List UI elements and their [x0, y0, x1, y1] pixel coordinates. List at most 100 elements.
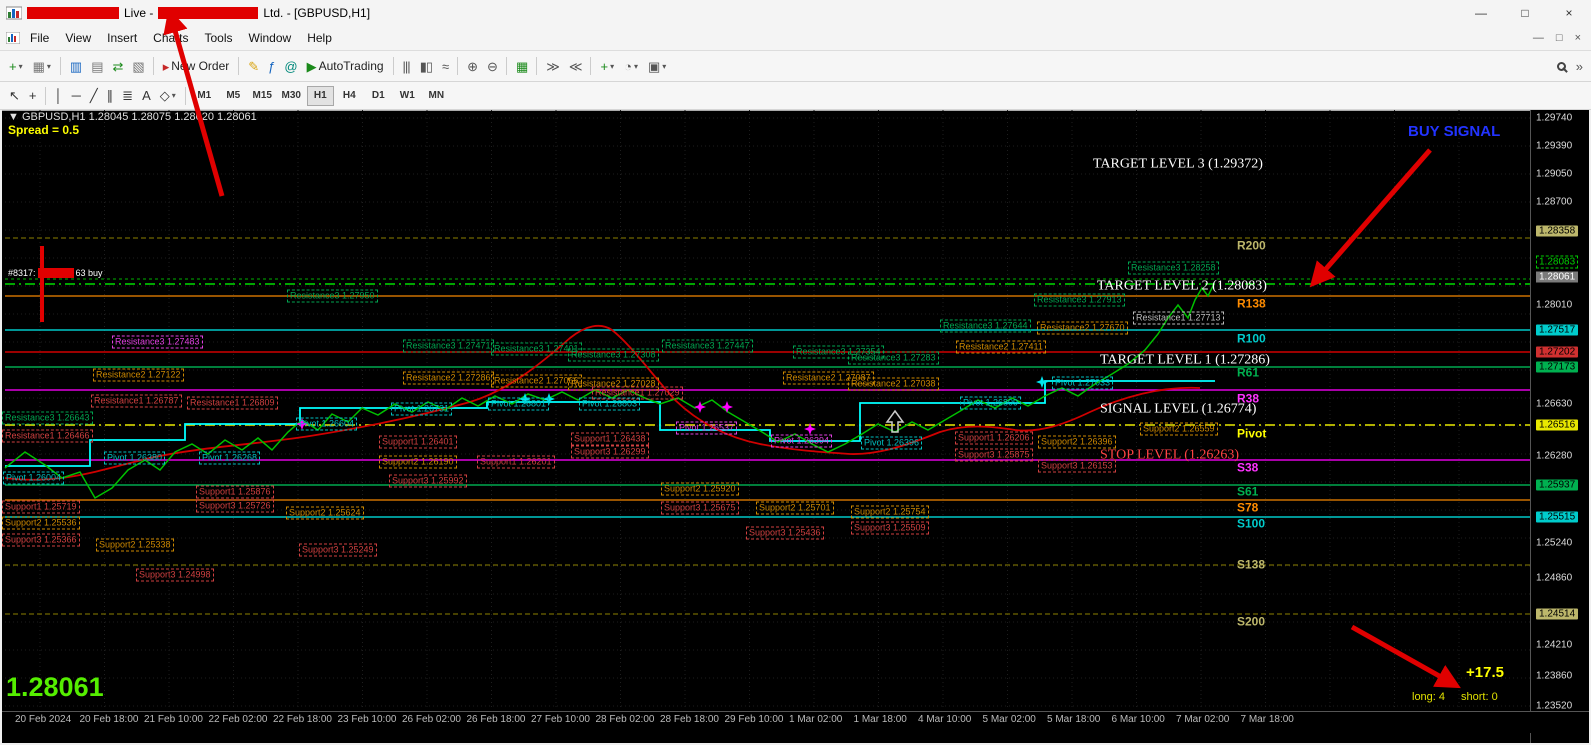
toolbar-expert-advisors-button[interactable]: ƒ [263, 58, 279, 75]
toolbar-equidistant-channel-button[interactable]: ∥ [102, 87, 118, 104]
menu-tools[interactable]: Tools [197, 28, 241, 48]
toolbar-bar-chart-button[interactable]: ||| [398, 58, 415, 75]
caret-down-icon: ▾ [46, 61, 51, 71]
toolbar-terminal-button[interactable]: ▧ [127, 58, 148, 75]
standard-toolbar: + ▾ ▦ ▾ ▥ ▤ ⇄ ▧ ▸ New Order ✎ ƒ @ ▶ AutoTrading ||| ▮▯ ≈ ⊕… [0, 51, 1591, 82]
toolbar-crosshair-button[interactable]: + [24, 87, 41, 104]
chart-window-icon [6, 32, 20, 44]
toolbar-objects-button[interactable]: ◇ ▾ [155, 87, 181, 104]
caret-down-icon: ▾ [18, 61, 23, 71]
cursor-icon: ↖ [9, 88, 20, 103]
toolbar-separator [44, 86, 46, 105]
new-order-icon: ▸ [162, 58, 169, 74]
timeframe-m1-button[interactable]: M1 [191, 86, 218, 106]
caret-down-icon: ▾ [662, 61, 667, 71]
timeframe-w1-button[interactable]: W1 [394, 86, 421, 106]
timeframe-h1-button[interactable]: H1 [306, 85, 334, 106]
buy-signal-text: BUY SIGNAL [1408, 123, 1501, 140]
toolbar-zoom-in-button[interactable]: ⊕ [462, 58, 482, 75]
caret-down-icon: ▾ [633, 61, 638, 71]
menu-help[interactable]: Help [299, 28, 340, 48]
toolbar-new-order-button[interactable]: ▸ New Order [158, 57, 235, 75]
timeframe-mn-button[interactable]: MN [423, 86, 450, 106]
positions-readout: long: 4 short: 0 [1412, 691, 1498, 703]
toolbar-zoom-out-button[interactable]: ⊖ [482, 58, 502, 75]
chart-restore-button[interactable]: □ [1556, 32, 1563, 44]
standard-toolbar-items: + ▾ ▦ ▾ ▥ ▤ ⇄ ▧ ▸ New Order ✎ ƒ @ ▶ AutoTrading ||| ▮▯ ≈ ⊕… [4, 57, 671, 75]
caret-down-icon: ▾ [610, 61, 615, 71]
profiles-icon: ▦ [32, 58, 45, 74]
menu-bar: File View Insert Charts Tools Window Help — □ … [0, 26, 1591, 51]
terminal-icon: ▧ [132, 58, 144, 74]
caret-down-icon: ▾ [171, 91, 176, 100]
toolbar-trendline-button[interactable]: ╱ [85, 87, 102, 104]
price-scale[interactable] [1530, 110, 1589, 743]
text-label-icon: A [142, 88, 151, 103]
menu-view[interactable]: View [57, 28, 99, 48]
redaction-block [27, 7, 119, 19]
chart-window-controls: — □ × [1533, 32, 1581, 44]
symbol-ohlc-readout: ▼ GBPUSD,H1 1.28045 1.28075 1.28020 1.28… [8, 111, 257, 123]
toolbar-data-window-button[interactable]: ▤ [86, 58, 107, 75]
timeframe-h4-button[interactable]: H4 [336, 86, 363, 106]
toolbar-overflow-button[interactable]: » [1571, 58, 1587, 75]
vertical-line-icon: │ [54, 88, 63, 103]
autotrading-icon: ▶ [306, 58, 317, 74]
toolbar-tile-windows-button[interactable]: ▦ [511, 58, 532, 75]
toolbar-indicators-button[interactable]: + ▾ [595, 58, 619, 75]
toolbar-horizontal-line-button[interactable]: ─ [67, 87, 85, 104]
toolbar-new-chart-button[interactable]: + ▾ [4, 58, 28, 75]
toolbar-auto-scroll-button[interactable]: ≫ [541, 58, 564, 75]
chart-minimize-button[interactable]: — [1533, 32, 1544, 44]
toolbar-text-label-button[interactable]: A [137, 87, 155, 104]
market-watch-icon: ▥ [69, 58, 82, 74]
timeframe-m5-button[interactable]: M5 [220, 86, 247, 106]
window-maximize-button[interactable]: □ [1503, 0, 1547, 26]
menu-file[interactable]: File [22, 28, 57, 48]
redaction-block [37, 268, 74, 278]
toolbar-line-chart-button[interactable]: ≈ [437, 58, 453, 75]
tile-windows-icon: ▦ [515, 58, 528, 74]
autotrading-label: AutoTrading [318, 59, 384, 73]
chart-area[interactable] [2, 110, 1589, 743]
toolbar-separator [457, 57, 459, 75]
candlestick-chart-icon: ▮▯ [419, 58, 433, 74]
toolbar-profiles-button[interactable]: ▦ ▾ [28, 58, 56, 75]
toolbar-fibonacci-retracement-button[interactable]: ≣ [117, 87, 137, 104]
toolbar-vertical-line-button[interactable]: │ [50, 87, 67, 104]
toolbar-mql5-community-button[interactable]: @ [279, 58, 301, 75]
trade-id: #8317: [8, 268, 36, 278]
menu-insert[interactable]: Insert [99, 28, 145, 48]
window-minimize-button[interactable]: — [1459, 0, 1503, 26]
app-icon [6, 6, 22, 20]
menu-charts[interactable]: Charts [145, 28, 196, 48]
toolbar-autotrading-button[interactable]: ▶ AutoTrading [302, 57, 389, 75]
toolbar-chart-shift-button[interactable]: ≪ [564, 58, 587, 75]
toolbar-cursor-button[interactable]: ↖ [4, 87, 24, 104]
templates-icon: ▣ [647, 58, 660, 74]
timeframe-m30-button[interactable]: M30 [278, 86, 305, 106]
line-chart-icon: ≈ [442, 58, 449, 74]
toolbar-templates-button[interactable]: ▣ ▾ [643, 58, 671, 75]
toolbar-search-button[interactable] [1552, 60, 1571, 73]
long-count: long: 4 [1412, 691, 1446, 703]
mt4-application-window: Live - Ltd. - [GBPUSD,H1] — □ × File View… [0, 0, 1591, 745]
chart-close-button[interactable]: × [1575, 32, 1581, 44]
toolbar-navigator-button[interactable]: ⇄ [108, 58, 128, 75]
timeframe-m15-button[interactable]: M15 [249, 86, 276, 106]
toolbar-separator [184, 86, 186, 105]
timeframe-d1-button[interactable]: D1 [365, 86, 392, 106]
time-axis[interactable] [2, 711, 1589, 733]
toolbar-periods-button[interactable]: ◔ ▾ [619, 58, 643, 75]
chart-shift-icon: ≪ [568, 58, 583, 74]
toolbar-metaeditor-button[interactable]: ✎ [243, 58, 263, 75]
open-trade-label: #8317: 63 buy [8, 268, 103, 278]
menu-window[interactable]: Window [241, 28, 300, 48]
navigator-icon: ⇄ [112, 58, 124, 74]
objects-icon: ◇ [159, 88, 170, 103]
window-title-live: Live - [124, 6, 154, 20]
toolbar-candlestick-chart-button[interactable]: ▮▯ [415, 58, 437, 75]
toolbar-market-watch-button[interactable]: ▥ [65, 58, 86, 75]
window-close-button[interactable]: × [1547, 0, 1591, 26]
search-icon [1556, 61, 1566, 71]
